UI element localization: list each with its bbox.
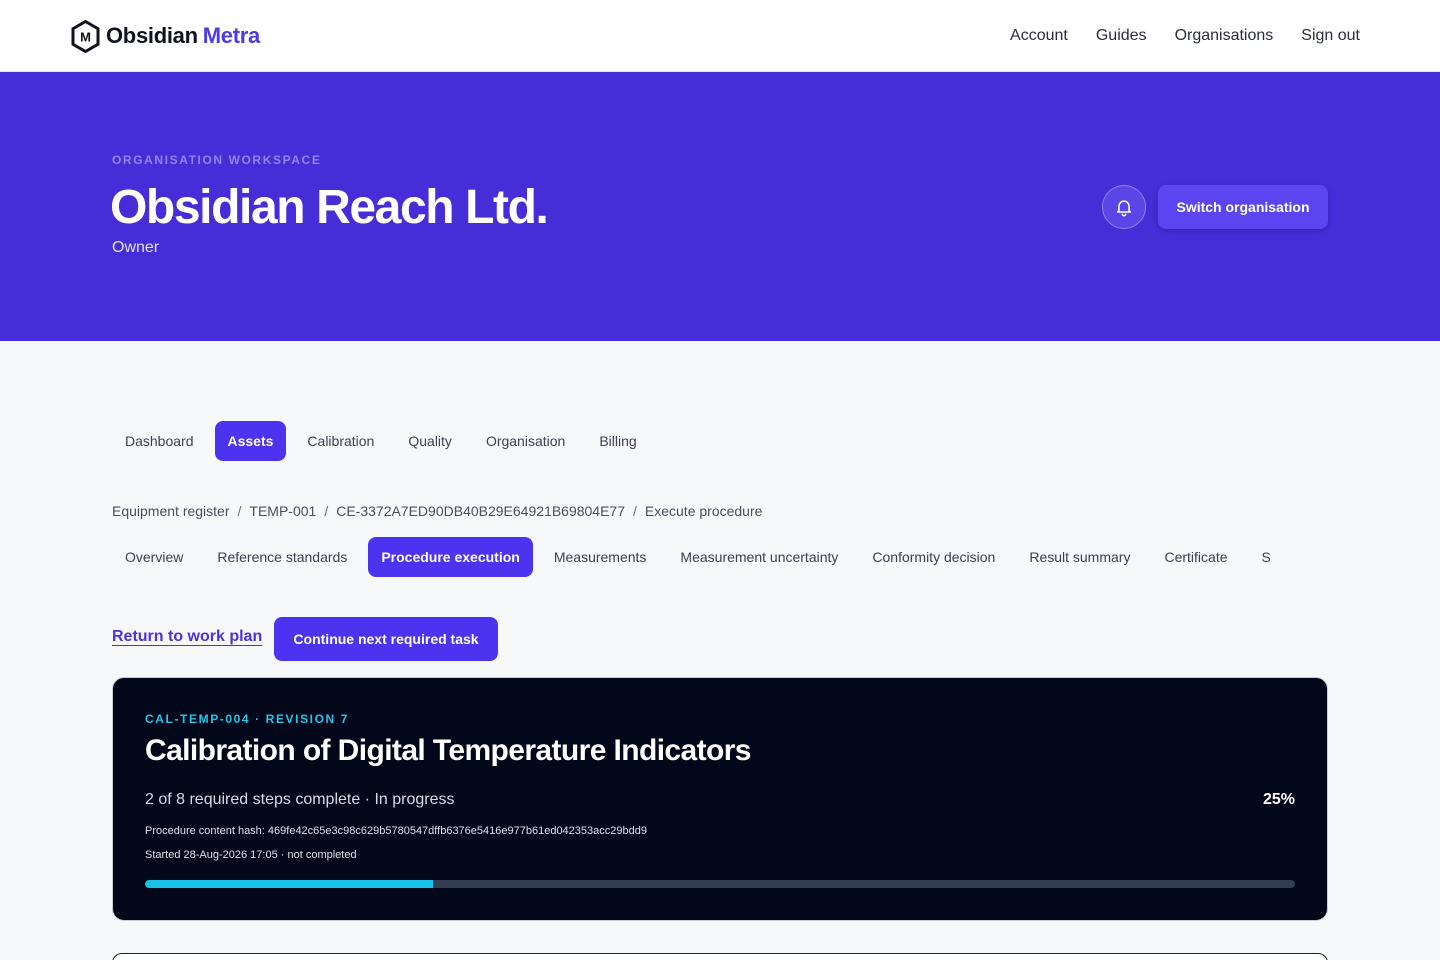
procedure-code: CAL-TEMP-004 · REVISION 7 <box>145 712 350 726</box>
nav-link-organisations[interactable]: Organisations <box>1175 24 1274 48</box>
procedure-summary-card: CAL-TEMP-004 · REVISION 7 Calibration of… <box>112 677 1328 921</box>
subtab-measurements[interactable]: Measurements <box>541 537 660 577</box>
top-nav: Account Guides Organisations Sign out <box>982 24 1360 48</box>
subtab-overflow[interactable]: S <box>1249 537 1284 577</box>
breadcrumb-separator: / <box>324 503 329 519</box>
procedure-progress-bar <box>145 880 1295 888</box>
organisation-hero: ORGANISATION WORKSPACE Obsidian Reach Lt… <box>0 72 1440 341</box>
procedure-step-card <box>112 953 1328 960</box>
nav-link-sign-out[interactable]: Sign out <box>1301 24 1360 48</box>
brand-logo-link[interactable]: M Obsidian Metra <box>71 19 260 53</box>
notifications-button[interactable] <box>1102 185 1146 229</box>
continue-next-task-button[interactable]: Continue next required task <box>274 617 498 661</box>
procedure-progress-fill <box>145 880 433 888</box>
procedure-content-hash: Procedure content hash: 469fe42c65e3c98c… <box>145 825 647 837</box>
organisation-role: Owner <box>112 239 160 256</box>
tab-dashboard[interactable]: Dashboard <box>112 421 207 461</box>
tab-assets[interactable]: Assets <box>214 421 287 461</box>
subtab-measurement-uncertainty[interactable]: Measurement uncertainty <box>667 537 851 577</box>
brand-name: Obsidian <box>106 23 198 48</box>
hero-eyebrow: ORGANISATION WORKSPACE <box>112 153 322 167</box>
return-to-work-plan-link[interactable]: Return to work plan <box>112 628 262 646</box>
breadcrumb-separator: / <box>237 503 242 519</box>
subtab-procedure-execution[interactable]: Procedure execution <box>368 537 533 577</box>
breadcrumb-calibration-event[interactable]: CE-3372A7ED90DB40B29E64921B69804E77 <box>336 502 625 520</box>
subtab-conformity-decision[interactable]: Conformity decision <box>859 537 1008 577</box>
brand-name-accent: Metra <box>202 23 260 48</box>
bell-icon <box>1117 200 1131 217</box>
procedure-title: Calibration of Digital Temperature Indic… <box>145 734 751 767</box>
tab-organisation[interactable]: Organisation <box>473 421 578 461</box>
subtab-overview[interactable]: Overview <box>112 537 196 577</box>
subtab-result-summary[interactable]: Result summary <box>1016 537 1143 577</box>
hexagon-m-logo-icon: M <box>71 19 100 53</box>
tab-quality[interactable]: Quality <box>395 421 465 461</box>
calibration-sub-tabs: Overview Reference standards Procedure e… <box>112 537 1328 577</box>
tab-billing[interactable]: Billing <box>586 421 649 461</box>
breadcrumb-separator: / <box>633 503 637 519</box>
top-navbar: M Obsidian Metra Account Guides Organisa… <box>0 0 1440 72</box>
tab-calibration[interactable]: Calibration <box>294 421 387 461</box>
procedure-started: Started 28-Aug-2026 17:05 · not complete… <box>145 849 357 861</box>
breadcrumb-asset[interactable]: TEMP-001 <box>249 502 316 520</box>
nav-link-account[interactable]: Account <box>1010 24 1068 48</box>
main-tabs: Dashboard Assets Calibration Quality Org… <box>112 421 658 461</box>
subtab-certificate[interactable]: Certificate <box>1151 537 1240 577</box>
svg-text:M: M <box>80 29 91 44</box>
subtab-reference-standards[interactable]: Reference standards <box>204 537 360 577</box>
procedure-status: 2 of 8 required steps complete · In prog… <box>145 791 455 808</box>
organisation-title: Obsidian Reach Ltd. <box>110 181 549 234</box>
breadcrumb: Equipment register / TEMP-001 / CE-3372A… <box>112 502 762 520</box>
breadcrumb-current-page: Execute procedure <box>644 503 763 519</box>
breadcrumb-equipment-register[interactable]: Equipment register <box>112 502 230 520</box>
procedure-percent: 25% <box>1262 791 1295 808</box>
switch-organisation-button[interactable]: Switch organisation <box>1158 185 1328 229</box>
nav-link-guides[interactable]: Guides <box>1096 24 1147 48</box>
